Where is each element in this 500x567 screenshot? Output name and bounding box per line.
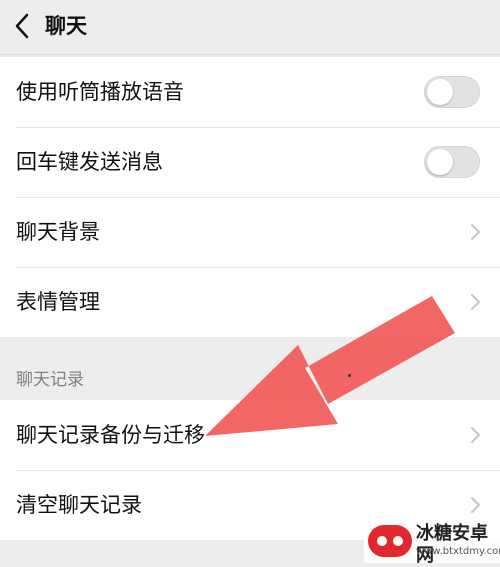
setting-label: 聊天背景 (16, 220, 100, 244)
chevron-right-icon (471, 224, 480, 240)
watermark-url: www.btxtdmy.com (416, 546, 500, 557)
chevron-left-icon (15, 13, 29, 39)
annotation-dot (348, 374, 351, 377)
setting-backup-migrate[interactable]: 聊天记录备份与迁移 (0, 400, 500, 470)
setting-label: 表情管理 (16, 290, 100, 314)
watermark-logo-icon (368, 525, 412, 557)
toggle-knob (427, 79, 453, 105)
chevron-right-icon (471, 497, 480, 513)
settings-group-chat-history: 聊天记录备份与迁移 清空聊天记录 (0, 400, 500, 540)
back-button[interactable] (4, 6, 40, 46)
chevron-right-icon (471, 294, 480, 310)
earpiece-toggle[interactable] (424, 76, 480, 108)
nav-header: 聊天 (0, 0, 500, 55)
setting-label: 回车键发送消息 (16, 150, 163, 174)
watermark: 冰糖安卓网 www.btxtdmy.com (364, 520, 500, 566)
section-title-chat-history: 聊天记录 (16, 370, 84, 390)
setting-label: 聊天记录备份与迁移 (16, 423, 205, 447)
setting-label: 清空聊天记录 (16, 493, 142, 517)
setting-label: 使用听筒播放语音 (16, 80, 184, 104)
enter-send-toggle[interactable] (424, 146, 480, 178)
setting-sticker-management[interactable]: 表情管理 (0, 267, 500, 337)
logo-eye-right (393, 536, 403, 546)
chevron-right-icon (471, 427, 480, 443)
page-title: 聊天 (45, 14, 87, 38)
setting-chat-background[interactable]: 聊天背景 (0, 197, 500, 267)
setting-enter-to-send[interactable]: 回车键发送消息 (0, 127, 500, 197)
settings-group-general: 使用听筒播放语音 回车键发送消息 聊天背景 表情管理 (0, 57, 500, 337)
setting-earpiece-playback[interactable]: 使用听筒播放语音 (0, 57, 500, 127)
toggle-knob (427, 149, 453, 175)
logo-eye-left (377, 536, 387, 546)
